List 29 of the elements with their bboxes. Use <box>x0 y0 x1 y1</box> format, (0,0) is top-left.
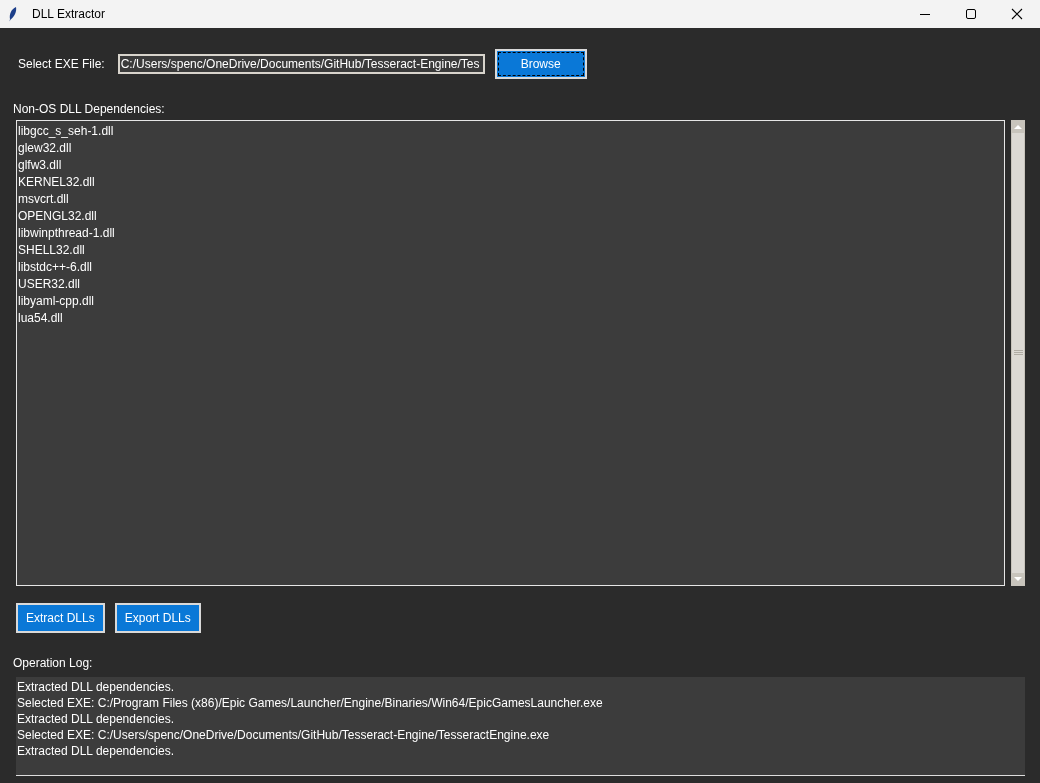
list-item[interactable]: SHELL32.dll <box>18 242 85 259</box>
log-line: Selected EXE: C:/Program Files (x86)/Epic Games/Launcher/Engine/Binaries/Win64/EpicGamesLauncher.exe <box>17 695 603 711</box>
field-label: Select EXE File: <box>18 56 105 71</box>
list-item[interactable]: libwinpthread-1.dll <box>18 225 115 242</box>
list-item[interactable]: glew32.dll <box>18 140 72 157</box>
browse-button[interactable]: Browse <box>494 48 587 79</box>
list-item[interactable]: OPENGL32.dll <box>18 208 97 225</box>
list-item[interactable]: libyaml-cpp.dll <box>18 293 95 310</box>
list-item[interactable]: glfw3.dll <box>18 157 62 174</box>
list-item[interactable]: KERNEL32.dll <box>18 174 95 191</box>
scroll-up-icon[interactable] <box>1012 121 1024 133</box>
section-label: Operation Log: <box>13 655 93 671</box>
list-item[interactable]: msvcrt.dll <box>18 191 69 208</box>
action-button[interactable]: Export DLLs <box>114 603 201 633</box>
window-title: DLL Extractor <box>32 7 105 21</box>
action-button[interactable]: Extract DLLs <box>16 603 105 633</box>
list-item[interactable]: lua54.dll <box>18 310 63 327</box>
log-line: Extracted DLL dependencies. <box>17 711 174 727</box>
list-item[interactable]: libstdc++-6.dll <box>18 259 93 276</box>
log-line: Extracted DLL dependencies. <box>17 743 174 759</box>
feather-icon <box>8 6 18 22</box>
list-item[interactable]: USER32.dll <box>18 276 81 293</box>
list-item[interactable]: libgcc_s_seh-1.dll <box>18 123 114 140</box>
log-line: Extracted DLL dependencies. <box>17 679 174 695</box>
log-line: Selected EXE: C:/Users/spenc/OneDrive/Documents/GitHub/Tesseract-Engine/TesseractEngine.exe <box>17 727 550 743</box>
path-field[interactable]: C:/Users/spenc/OneDrive/Documents/GitHub/Tesseract-Engine/Tes <box>117 53 485 74</box>
scroll-down-icon[interactable] <box>1012 573 1024 585</box>
section-label: Non-OS DLL Dependencies: <box>13 101 165 117</box>
scrollbar[interactable] <box>1011 120 1025 586</box>
